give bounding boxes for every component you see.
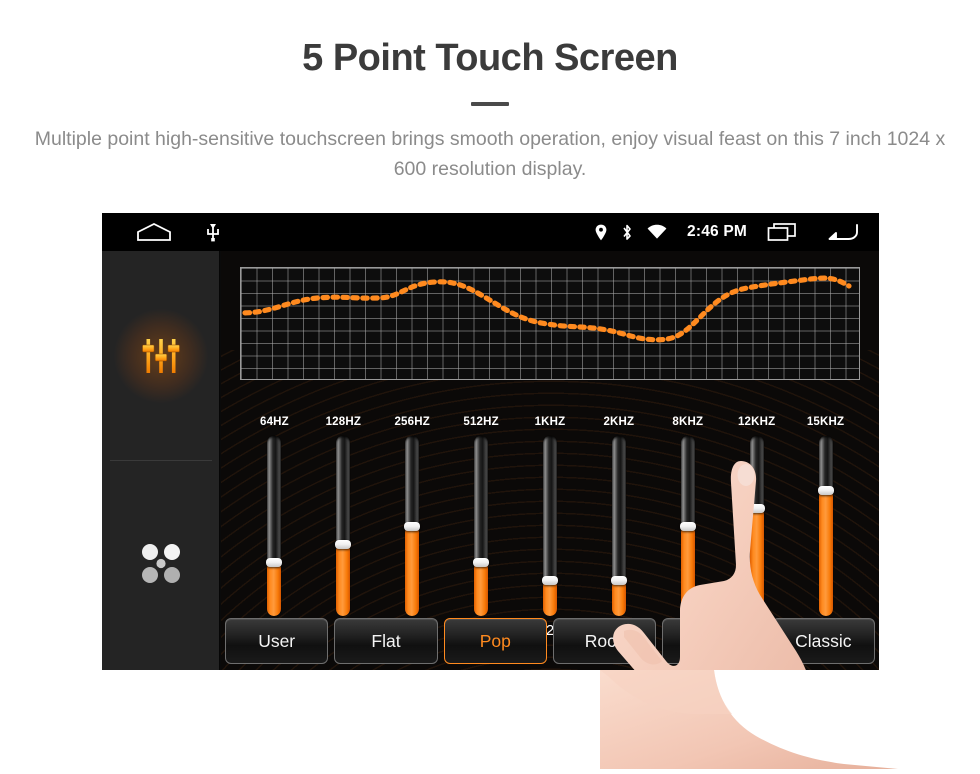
- band-slider[interactable]: [655, 436, 721, 616]
- slider-fill: [336, 544, 351, 616]
- preset-buttons: User Flat Pop Rock Classic: [225, 618, 875, 664]
- band-frequency-label: 1KHZ: [534, 416, 566, 428]
- slider-fill: [267, 562, 282, 616]
- device-screen: 2:46 PM 64HZ 128HZ 256HZ 512HZ 1KHZ 2 2K…: [102, 213, 879, 670]
- eq-curve: [242, 275, 852, 343]
- eq-band-64hz: 64HZ3: [241, 414, 307, 641]
- eq-band-8khz: 8KHZ: [655, 414, 721, 641]
- band-frequency-label: 15KHZ: [806, 416, 845, 428]
- band-frequency-label: 512HZ: [463, 416, 499, 428]
- apps-grid-icon: [138, 542, 184, 589]
- slider-fill: [818, 490, 833, 616]
- slider-thumb[interactable]: [266, 558, 283, 567]
- slider-track[interactable]: [611, 436, 626, 616]
- eq-response-graph: [240, 267, 860, 380]
- preset-button-flat[interactable]: Flat: [334, 618, 438, 664]
- eq-band-sliders: 64HZ3128HZ4256HZ5512HZ31KHZ2 2KHZ 8KHZ 12KH…: [240, 414, 860, 644]
- slider-thumb[interactable]: [817, 486, 834, 495]
- band-slider[interactable]: [448, 436, 514, 616]
- slider-thumb[interactable]: [335, 540, 352, 549]
- eq-band-512hz: 512HZ3: [448, 414, 514, 641]
- preset-button-user[interactable]: User: [225, 618, 329, 664]
- band-frequency-label: 8KHZ: [672, 416, 704, 428]
- band-frequency-label: 128HZ: [325, 416, 362, 428]
- equalizer-sliders-icon: [113, 307, 209, 404]
- band-slider[interactable]: [724, 436, 790, 616]
- slider-thumb[interactable]: [404, 522, 421, 531]
- slider-fill: [680, 526, 695, 616]
- slider-track[interactable]: [267, 436, 282, 616]
- preset-label: Pop: [479, 630, 511, 651]
- page-title: 5 Point Touch Screen: [302, 37, 678, 79]
- slider-track[interactable]: [336, 436, 351, 616]
- band-slider[interactable]: [793, 436, 859, 616]
- band-frequency-label: 64HZ: [259, 416, 289, 428]
- page-header: 5 Point Touch Screen Multiple point high…: [0, 0, 980, 184]
- slider-track[interactable]: [818, 436, 833, 616]
- band-frequency-label: 256HZ: [394, 416, 430, 428]
- home-icon[interactable]: [136, 222, 172, 242]
- preset-label: Flat: [371, 630, 401, 651]
- band-slider[interactable]: [310, 436, 376, 616]
- preset-button-hidden[interactable]: [662, 618, 766, 664]
- preset-button-classic[interactable]: Classic: [771, 618, 875, 664]
- sidebar-item-equalizer[interactable]: [102, 251, 220, 460]
- eq-band-256hz: 256HZ5: [379, 414, 445, 641]
- slider-fill: [405, 526, 420, 616]
- slider-track[interactable]: [749, 436, 764, 616]
- band-slider[interactable]: [241, 436, 307, 616]
- slider-fill: [611, 580, 626, 616]
- eq-band-15khz: 15KHZ7: [793, 414, 859, 641]
- eq-band-2khz: 2KHZ: [586, 414, 652, 641]
- eq-band-128hz: 128HZ4: [310, 414, 376, 641]
- slider-track[interactable]: [543, 436, 557, 616]
- preset-label: Classic: [795, 630, 852, 651]
- slider-thumb[interactable]: [542, 576, 558, 585]
- slider-thumb[interactable]: [610, 576, 627, 585]
- back-arrow-icon[interactable]: [823, 221, 861, 243]
- preset-label: User: [258, 630, 296, 651]
- slider-track[interactable]: [474, 436, 489, 616]
- eq-band-1khz: 1KHZ 2: [517, 414, 583, 641]
- band-slider[interactable]: [517, 436, 583, 616]
- preset-label: Rock: [584, 630, 625, 651]
- eq-band-12khz: 12KHZ6: [724, 414, 790, 641]
- hand-overlay-lower: [598, 670, 898, 769]
- status-bar: 2:46 PM: [102, 213, 879, 251]
- slider-fill: [543, 580, 557, 616]
- band-slider[interactable]: [586, 436, 652, 616]
- preset-button-pop[interactable]: Pop: [443, 618, 547, 664]
- band-slider[interactable]: [379, 436, 445, 616]
- bluetooth-icon: [621, 224, 633, 241]
- sidebar: [102, 251, 220, 670]
- slider-thumb[interactable]: [473, 558, 490, 567]
- status-time: 2:46 PM: [687, 223, 747, 240]
- slider-fill: [749, 508, 764, 616]
- usb-icon: [206, 222, 220, 242]
- wifi-icon: [647, 224, 667, 240]
- equalizer-panel: 64HZ3128HZ4256HZ5512HZ31KHZ2 2KHZ 8KHZ 12KH…: [221, 251, 879, 670]
- recents-icon[interactable]: [767, 222, 797, 242]
- slider-thumb[interactable]: [679, 522, 696, 531]
- slider-thumb[interactable]: [748, 504, 765, 513]
- sidebar-item-apps[interactable]: [102, 461, 220, 670]
- page-subtitle: Multiple point high-sensitive touchscree…: [34, 127, 946, 181]
- band-frequency-label: 12KHZ: [737, 416, 776, 428]
- location-pin-icon: [595, 224, 607, 241]
- slider-fill: [474, 562, 489, 616]
- preset-button-rock[interactable]: Rock: [552, 618, 657, 664]
- title-divider: [471, 101, 509, 106]
- band-frequency-label: 2KHZ: [603, 416, 635, 428]
